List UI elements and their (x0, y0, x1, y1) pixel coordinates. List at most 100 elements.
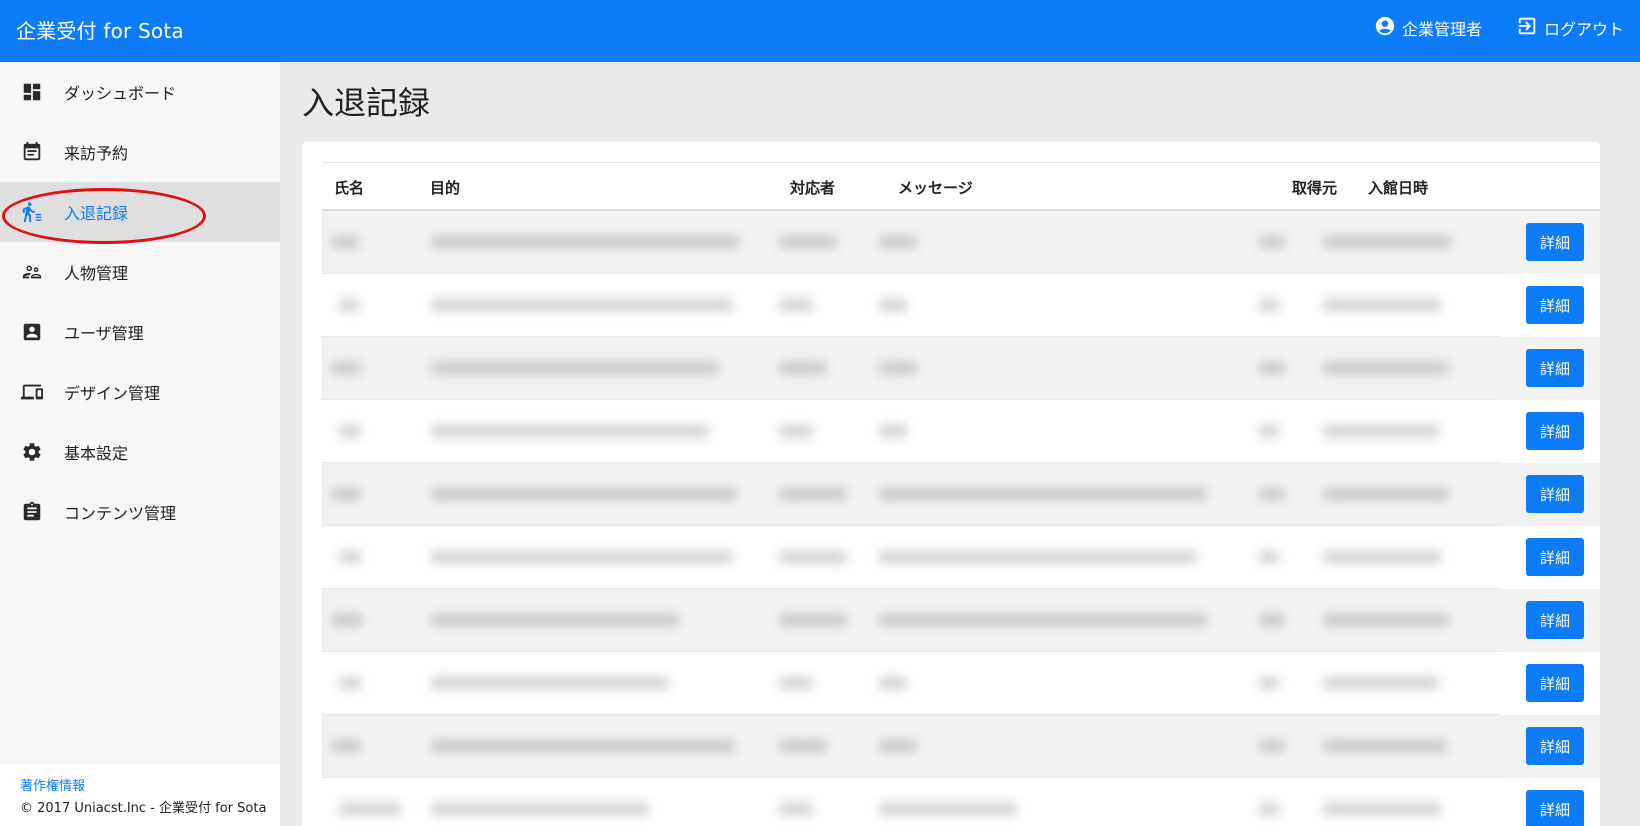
redacted-cell (878, 361, 918, 375)
records-card: 氏名 目的 対応者 メッセージ 取得元 入館日時 詳細 詳細 詳細 詳細 詳細 詳細 詳細詳… (302, 142, 1600, 826)
people-icon (20, 260, 44, 284)
logout-icon (1516, 15, 1538, 41)
redacted-cell (430, 739, 736, 753)
redacted-cell (330, 235, 360, 249)
row-action-cell: 詳細 (1500, 715, 1600, 778)
sidebar-item-label: ダッシュボード (64, 84, 177, 103)
sidebar-item-settings[interactable]: 基本設定 (0, 422, 280, 482)
sidebar-item-design[interactable]: デザイン管理 (0, 362, 280, 422)
row-action-cell: 詳細 (1500, 463, 1600, 526)
sidebar-item-people[interactable]: 人物管理 (0, 242, 280, 302)
detail-button[interactable]: 詳細 (1526, 538, 1584, 576)
table-row: 詳細 (322, 652, 1600, 715)
table-row: 詳細 (322, 589, 1600, 652)
redacted-cell (1322, 361, 1450, 375)
logout-button[interactable]: ログアウト (1516, 15, 1624, 41)
redacted-cell (778, 487, 848, 501)
sidebar-item-users[interactable]: ユーザ管理 (0, 302, 280, 362)
column-header-handler: 対応者 (790, 179, 836, 197)
redacted-cell (878, 487, 1208, 501)
sidebar-item-entry-exit-log[interactable]: 入退記録 (0, 182, 280, 244)
redacted-cell (338, 424, 362, 438)
redacted-cell (1258, 298, 1280, 312)
table-row: 詳細 (322, 463, 1600, 526)
redacted-cell (878, 802, 1018, 816)
redacted-cell (1322, 550, 1442, 564)
detail-button[interactable]: 詳細 (1526, 349, 1584, 387)
sidebar-item-label: 入退記録 (64, 204, 129, 223)
detail-button[interactable]: 詳細 (1526, 412, 1584, 450)
account-circle-icon (1374, 15, 1396, 41)
table-body: 詳細 詳細 詳細 詳細 詳細 詳細 詳細 詳細 詳細 詳細 (322, 211, 1600, 826)
sidebar-item-contents[interactable]: コンテンツ管理 (0, 482, 280, 542)
detail-button[interactable]: 詳細 (1526, 475, 1584, 513)
redacted-cell (430, 802, 650, 816)
redacted-cell (878, 550, 1198, 564)
redacted-cell (1322, 676, 1440, 690)
detail-button[interactable]: 詳細 (1526, 727, 1584, 765)
column-header-source: 取得元 (1292, 179, 1338, 197)
redacted-cell (778, 424, 814, 438)
redacted-cell (338, 676, 362, 690)
walking-person-icon (20, 200, 44, 224)
row-action-cell: 詳細 (1500, 337, 1600, 400)
clipboard-icon (20, 500, 44, 524)
column-header-name: 氏名 (334, 179, 365, 197)
app-brand[interactable]: 企業受付 for Sota (16, 0, 184, 62)
redacted-cell (430, 487, 738, 501)
dashboard-icon (20, 80, 44, 104)
redacted-cell (330, 739, 362, 753)
sidebar-footer: 著作権情報 © 2017 Uniacst.Inc - 企業受付 for Sota (0, 764, 280, 826)
redacted-cell (778, 613, 848, 627)
table-row: 詳細 (322, 337, 1600, 400)
redacted-cell (1258, 487, 1286, 501)
redacted-cell (430, 613, 680, 627)
copyright-text: © 2017 Uniacst.Inc - 企業受付 for Sota (20, 801, 267, 816)
redacted-cell (1322, 235, 1452, 249)
row-action-cell: 詳細 (1500, 400, 1600, 463)
row-action-cell: 詳細 (1500, 526, 1600, 589)
row-action-cell: 詳細 (1500, 211, 1600, 274)
top-app-bar: 企業受付 for Sota 企業管理者 ログアウト (0, 0, 1640, 62)
sidebar-item-label: コンテンツ管理 (64, 504, 177, 523)
redacted-cell (778, 361, 828, 375)
redacted-cell (778, 550, 848, 564)
redacted-cell (778, 298, 814, 312)
main-content: 入退記録 氏名 目的 対応者 メッセージ 取得元 入館日時 詳細 詳細 詳細 詳細 詳細… (280, 62, 1640, 826)
sidebar-item-label: デザイン管理 (64, 384, 161, 403)
row-action-cell: 詳細 (1500, 589, 1600, 652)
redacted-cell (878, 235, 918, 249)
redacted-cell (878, 424, 908, 438)
detail-button[interactable]: 詳細 (1526, 664, 1584, 702)
column-header-purpose: 目的 (430, 179, 461, 197)
redacted-cell (1258, 802, 1280, 816)
redacted-cell (1258, 676, 1280, 690)
table-row: 詳細 (322, 400, 1600, 463)
sidebar-item-label: 来訪予約 (64, 144, 129, 163)
copyright-info-link[interactable]: 著作権情報 (20, 776, 280, 798)
records-table: 氏名 目的 対応者 メッセージ 取得元 入館日時 詳細 詳細 詳細 詳細 詳細 詳細 詳細詳… (322, 162, 1600, 826)
sidebar-item-dashboard[interactable]: ダッシュボード (0, 62, 280, 122)
redacted-cell (330, 613, 364, 627)
redacted-cell (338, 802, 402, 816)
detail-button[interactable]: 詳細 (1526, 223, 1584, 261)
sidebar: ダッシュボード 来訪予約 入退記録 人物管理 ユーザ管理 デザイン管理 基本設定… (0, 62, 280, 826)
redacted-cell (878, 739, 918, 753)
redacted-cell (1322, 487, 1450, 501)
calendar-icon (20, 140, 44, 164)
redacted-cell (430, 550, 734, 564)
detail-button[interactable]: 詳細 (1526, 601, 1584, 639)
detail-button[interactable]: 詳細 (1526, 790, 1584, 826)
redacted-cell (878, 613, 1208, 627)
sidebar-item-reservations[interactable]: 来訪予約 (0, 122, 280, 182)
user-role-label: 企業管理者 (1401, 20, 1482, 39)
redacted-cell (338, 298, 360, 312)
gear-icon (20, 440, 44, 464)
user-menu[interactable]: 企業管理者 (1374, 15, 1482, 41)
redacted-cell (1258, 424, 1280, 438)
page-title: 入退記録 (302, 84, 431, 122)
detail-button[interactable]: 詳細 (1526, 286, 1584, 324)
redacted-cell (778, 739, 828, 753)
redacted-cell (1322, 739, 1448, 753)
redacted-cell (1258, 361, 1286, 375)
